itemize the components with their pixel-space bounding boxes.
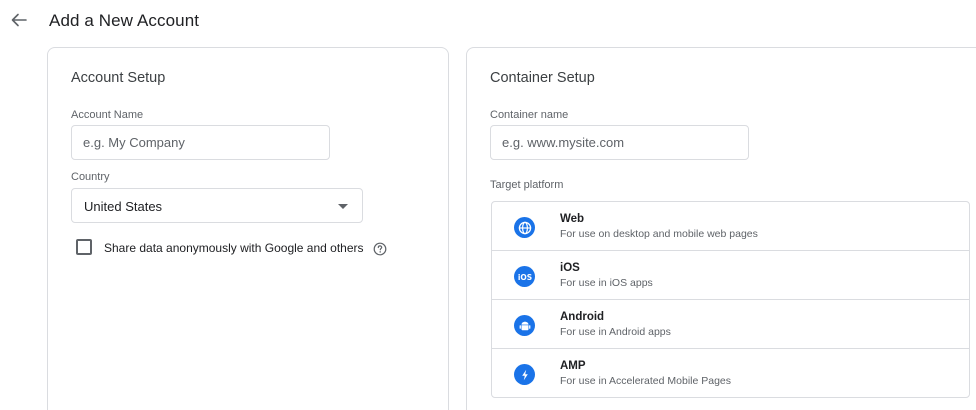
page-title: Add a New Account	[49, 11, 200, 30]
share-data-checkbox[interactable]	[76, 239, 92, 255]
account-setup-title: Account Setup	[71, 70, 166, 86]
platform-description: For use in Accelerated Mobile Pages	[560, 375, 732, 387]
platform-name: Android	[560, 311, 605, 323]
country-label: Country	[71, 171, 110, 183]
account-name-input[interactable]	[71, 125, 330, 160]
dropdown-arrow-icon	[338, 204, 348, 209]
account-setup-card: Account Setup Account Name Country Unite…	[47, 47, 449, 410]
container-name-input[interactable]	[490, 125, 749, 160]
platform-option-android[interactable]: Android For use in Android apps	[492, 300, 969, 349]
globe-icon	[514, 217, 535, 238]
container-setup-title: Container Setup	[490, 70, 595, 86]
platform-option-ios[interactable]: iOS iOS For use in iOS apps	[492, 251, 969, 300]
platform-option-web[interactable]: Web For use on desktop and mobile web pa…	[492, 202, 969, 251]
target-platform-list: Web For use on desktop and mobile web pa…	[491, 201, 970, 398]
android-icon	[514, 315, 535, 336]
platform-description: For use on desktop and mobile web pages	[560, 228, 758, 240]
arrow-back-icon	[11, 13, 27, 27]
help-icon[interactable]	[373, 242, 387, 256]
container-name-label: Container name	[490, 109, 569, 121]
target-platform-label: Target platform	[490, 179, 564, 191]
platform-name: AMP	[560, 360, 586, 372]
ios-icon: iOS	[514, 266, 535, 287]
platform-description: For use in iOS apps	[560, 277, 653, 289]
account-name-label: Account Name	[71, 109, 144, 121]
amp-bolt-icon	[514, 364, 535, 385]
platform-name: iOS	[560, 262, 580, 274]
svg-text:iOS: iOS	[517, 273, 531, 282]
country-select-value: United States	[84, 199, 163, 214]
share-data-label: Share data anonymously with Google and o…	[104, 241, 364, 255]
platform-option-amp[interactable]: AMP For use in Accelerated Mobile Pages	[492, 349, 969, 397]
back-arrow-button[interactable]	[7, 8, 31, 32]
container-setup-card: Container Setup Container name Target pl…	[466, 47, 976, 410]
platform-name: Web	[560, 213, 585, 225]
country-select[interactable]: United States	[71, 188, 363, 223]
platform-description: For use in Android apps	[560, 326, 671, 338]
